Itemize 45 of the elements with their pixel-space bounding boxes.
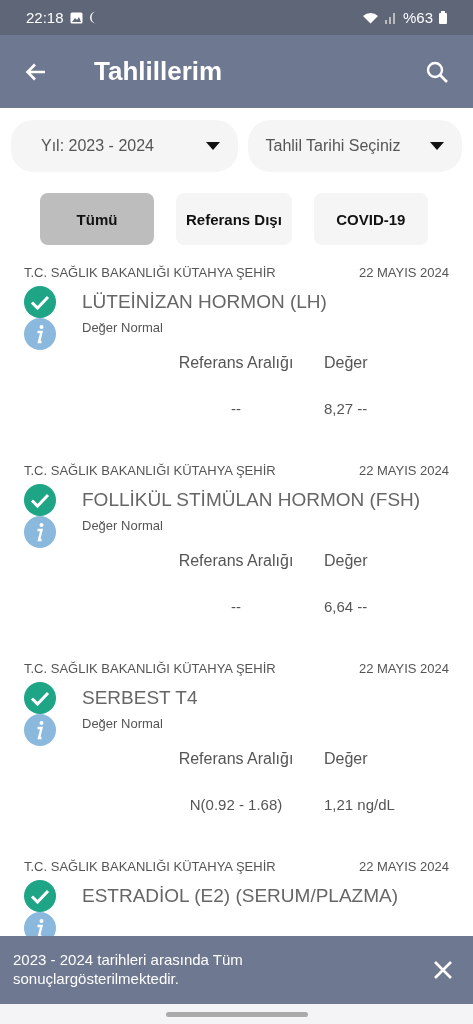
status-text: Değer Normal [82, 716, 163, 731]
column-header: Değer [324, 552, 369, 570]
column-header: Referans Aralığı [178, 750, 294, 768]
close-icon[interactable] [433, 960, 453, 980]
test-name: ESTRADİOL (E2) (SERUM/PLAZMA) [82, 885, 398, 907]
reference-range: -- [231, 400, 241, 417]
result-date: 22 MAYIS 2024 [358, 859, 449, 874]
filter-chip[interactable]: Referans Dışı [176, 193, 292, 245]
caret-icon [205, 142, 220, 150]
snackbar-message: 2023 - 2024 tarihleri arasında Tüm sonuçlargösterilmektedir. [13, 951, 244, 989]
search-icon[interactable] [425, 59, 449, 84]
caret-icon [430, 142, 444, 150]
test-name: LÜTEİNİZAN HORMON (LH) [82, 291, 327, 313]
institution-name: T.C. SAĞLIK BAKANLIĞI KÜTAHYA ŞEHİR [24, 661, 276, 676]
battery-icon [439, 11, 447, 24]
wifi-icon [361, 11, 379, 24]
filter-chip[interactable]: COVID-19 [313, 193, 428, 245]
signal-icon [384, 11, 397, 24]
column-header: Değer [324, 354, 369, 372]
result-value: 6,64 -- [324, 598, 369, 615]
dropdown[interactable]: Tahlil Tarihi Seçiniz [247, 120, 462, 172]
column-header: Değer [324, 750, 369, 768]
image-icon [69, 11, 83, 24]
result-value: 1,21 ng/dL [324, 796, 396, 813]
reference-range: N(0.92 - 1.68) [189, 796, 283, 813]
reference-range: -- [231, 598, 241, 615]
institution-name: T.C. SAĞLIK BAKANLIĞI KÜTAHYA ŞEHİR [24, 265, 276, 280]
dropdown[interactable]: Yıl: 2023 - 2024 [11, 120, 238, 172]
test-name: SERBEST T4 [82, 687, 198, 709]
page-title: Tahlillerim [94, 56, 224, 87]
status-text: Değer Normal [82, 518, 163, 533]
status-text: Değer Normal [82, 320, 163, 335]
result-date: 22 MAYIS 2024 [358, 463, 449, 478]
home-handle[interactable] [165, 1011, 308, 1017]
result-value: 8,27 -- [324, 400, 369, 417]
status-time: 22:18 [26, 9, 64, 26]
test-name: FOLLİKÜL STİMÜLAN HORMON (FSH) [82, 489, 421, 511]
result-date: 22 MAYIS 2024 [358, 265, 449, 280]
institution-name: T.C. SAĞLIK BAKANLIĞI KÜTAHYA ŞEHİR [24, 463, 276, 478]
column-header: Referans Aralığı [178, 552, 294, 570]
result-date: 22 MAYIS 2024 [358, 661, 449, 676]
battery-percent: %63 [402, 9, 433, 26]
institution-name: T.C. SAĞLIK BAKANLIĞI KÜTAHYA ŞEHİR [24, 859, 276, 874]
column-header: Referans Aralığı [178, 354, 294, 372]
filter-chip[interactable]: Tümü [40, 193, 154, 245]
